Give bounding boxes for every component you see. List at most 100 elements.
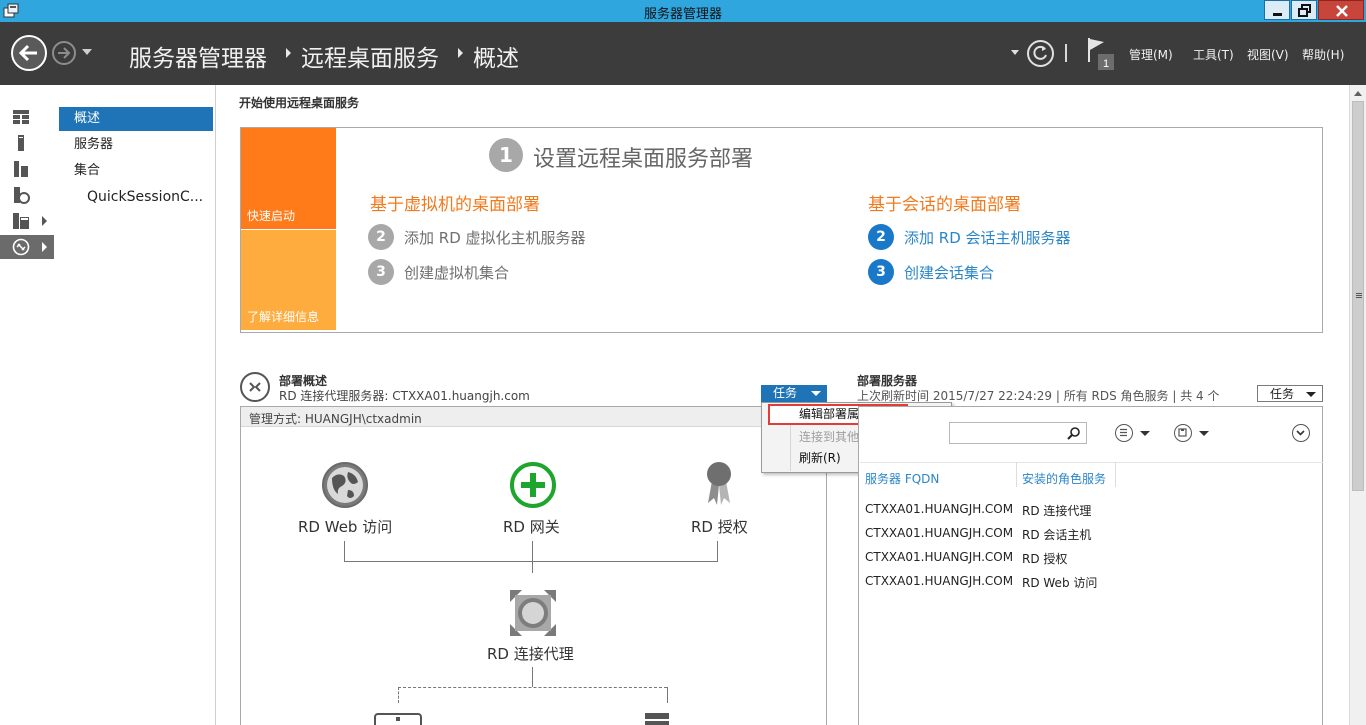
step-1-badge: 1 [489, 138, 523, 172]
save-query-dropdown-icon[interactable] [1199, 431, 1209, 436]
create-session-collection-link[interactable]: 创建会话集合 [904, 262, 994, 283]
quick-start-tile[interactable]: 快速启动 [241, 128, 336, 229]
connection-broker-icon[interactable] [507, 587, 559, 639]
session-step-3-badge: 3 [868, 259, 894, 285]
close-icon [1336, 5, 1348, 17]
list-icon [1120, 428, 1127, 437]
deployment-tasks-button[interactable]: 任务 [761, 385, 827, 402]
vm-step-3-badge: 3 [368, 259, 394, 285]
subnav-servers[interactable]: 服务器 [59, 133, 213, 157]
history-dropdown-icon[interactable] [82, 49, 92, 55]
add-rd-session-host-link[interactable]: 添加 RD 会话主机服务器 [904, 227, 1071, 248]
breadcrumb-rds[interactable]: 远程桌面服务 [301, 39, 439, 73]
scroll-grip [1356, 295, 1362, 296]
minimize-button[interactable] [1264, 0, 1290, 20]
add-role-plus-icon[interactable] [508, 460, 558, 510]
connector-line [344, 561, 718, 562]
session-host-icon[interactable] [645, 713, 669, 725]
session-deployment-heading: 基于会话的桌面部署 [868, 195, 1021, 215]
save-query-icon[interactable] [1174, 424, 1192, 442]
breadcrumb-root[interactable]: 服务器管理器 [129, 39, 267, 73]
column-divider [1016, 462, 1017, 487]
learn-more-tile-label: 了解详细信息 [247, 310, 320, 324]
vm-step-2-badge: 2 [368, 224, 394, 250]
license-award-icon[interactable] [703, 459, 735, 509]
expand-arrow-icon[interactable] [42, 216, 47, 226]
virtualization-host-icon[interactable] [374, 713, 422, 725]
dashboard-icon [13, 110, 29, 124]
scroll-up-arrow-icon[interactable] [1354, 91, 1362, 96]
deployment-tasks-label: 任务 [773, 386, 798, 400]
column-server-fqdn[interactable]: 服务器 FQDN [865, 470, 939, 487]
forward-button[interactable] [52, 41, 76, 65]
main-content: 开始使用远程桌面服务 快速启动 了解详细信息 1 设置远程桌面服务部署 基于虚拟… [216, 85, 1349, 725]
minimize-icon [1273, 13, 1282, 16]
scrollbar-thumb[interactable] [1352, 101, 1364, 491]
rail-local-server[interactable] [0, 131, 54, 155]
file-storage-icon [14, 187, 30, 204]
list-options-icon[interactable] [1115, 424, 1133, 442]
expand-panel-icon[interactable] [1292, 424, 1310, 442]
quick-start-tile-label: 快速启动 [247, 209, 296, 223]
learn-more-tile[interactable]: 了解详细信息 [241, 230, 336, 330]
breadcrumb-separator-icon [458, 48, 463, 58]
create-vm-collection-link[interactable]: 创建虚拟机集合 [404, 262, 509, 283]
connector-line [532, 561, 533, 573]
role-cell: RD 连接代理 [1022, 504, 1092, 518]
title-bar: 服务器管理器 [0, 0, 1366, 22]
add-rd-virtualization-host-link[interactable]: 添加 RD 虚拟化主机服务器 [404, 227, 586, 248]
expand-arrow-icon[interactable] [42, 242, 47, 252]
arrow-right-icon [58, 47, 71, 59]
globe-icon[interactable] [320, 460, 370, 510]
rail-file-services[interactable] [0, 183, 54, 207]
servers-tasks-label: 任务 [1270, 387, 1295, 401]
back-button[interactable] [11, 35, 47, 71]
maximize-button[interactable] [1291, 0, 1317, 20]
rail-remote-desktop-services[interactable] [0, 235, 54, 259]
refresh-button[interactable] [1027, 40, 1054, 67]
managed-by-text: 管理方式: HUANGJH\ctxadmin [249, 412, 422, 426]
rail-all-servers[interactable] [0, 157, 54, 181]
vertical-scrollbar[interactable] [1349, 85, 1366, 725]
column-installed-roles[interactable]: 安装的角色服务 [1022, 470, 1106, 487]
server-manager-window: 服务器管理器 服务器管理器 远程桌面服务 概述 1 管理(M) 工具(T) 视图… [0, 0, 1366, 725]
server-fqdn-cell: CTXXA01.HUANGJH.COM [865, 526, 1014, 540]
menu-view[interactable]: 视图(V) [1247, 46, 1289, 63]
menu-tools[interactable]: 工具(T) [1193, 46, 1234, 63]
menu-help[interactable]: 帮助(H) [1302, 46, 1344, 63]
vm-deployment-heading: 基于虚拟机的桌面部署 [370, 195, 540, 215]
notifications-flag-icon[interactable]: 1 [1086, 36, 1116, 72]
menu-manage[interactable]: 管理(M) [1129, 46, 1173, 63]
server-filter-input[interactable] [949, 422, 1087, 444]
chevron-down-icon [1306, 392, 1316, 397]
refresh-icon [1033, 45, 1047, 60]
window-title: 服务器管理器 [643, 7, 722, 22]
notification-count: 1 [1103, 58, 1109, 70]
connector-line [532, 541, 533, 561]
rds-subnav: 概述 服务器 集合 QuickSessionC... [54, 85, 216, 725]
server-fqdn-cell: CTXXA01.HUANGJH.COM [865, 574, 1014, 588]
role-cell: RD 会话主机 [1022, 528, 1092, 542]
server-fqdn-cell: CTXXA01.HUANGJH.COM [865, 502, 1014, 516]
scroll-grip [1356, 293, 1362, 294]
rd-connection-broker-label: RD 连接代理 [487, 645, 574, 663]
list-options-dropdown-icon[interactable] [1140, 431, 1150, 436]
restore-icon [1298, 4, 1311, 17]
arrow-left-icon [18, 44, 37, 62]
servers-tasks-button[interactable]: 任务 [1257, 385, 1323, 402]
refresh-dropdown-icon[interactable] [1011, 50, 1019, 55]
close-button[interactable] [1318, 0, 1364, 20]
remote-desktop-icon [12, 238, 30, 256]
connector-dashed-line [398, 687, 667, 688]
rail-dashboard[interactable] [0, 105, 54, 129]
subnav-overview[interactable]: 概述 [59, 107, 213, 131]
subnav-collection-quicksession[interactable]: QuickSessionC... [59, 185, 213, 209]
scroll-grip [1356, 297, 1362, 298]
save-icon [1178, 428, 1187, 437]
deployment-servers-subtitle: 上次刷新时间 2015/7/27 22:24:29 | 所有 RDS 角色服务 … [857, 389, 1220, 403]
nav-rail [0, 85, 54, 725]
connector-dashed-line [398, 687, 399, 703]
rail-iis[interactable] [0, 209, 54, 233]
connector-line [717, 541, 718, 561]
subnav-collections[interactable]: 集合 [59, 159, 213, 183]
